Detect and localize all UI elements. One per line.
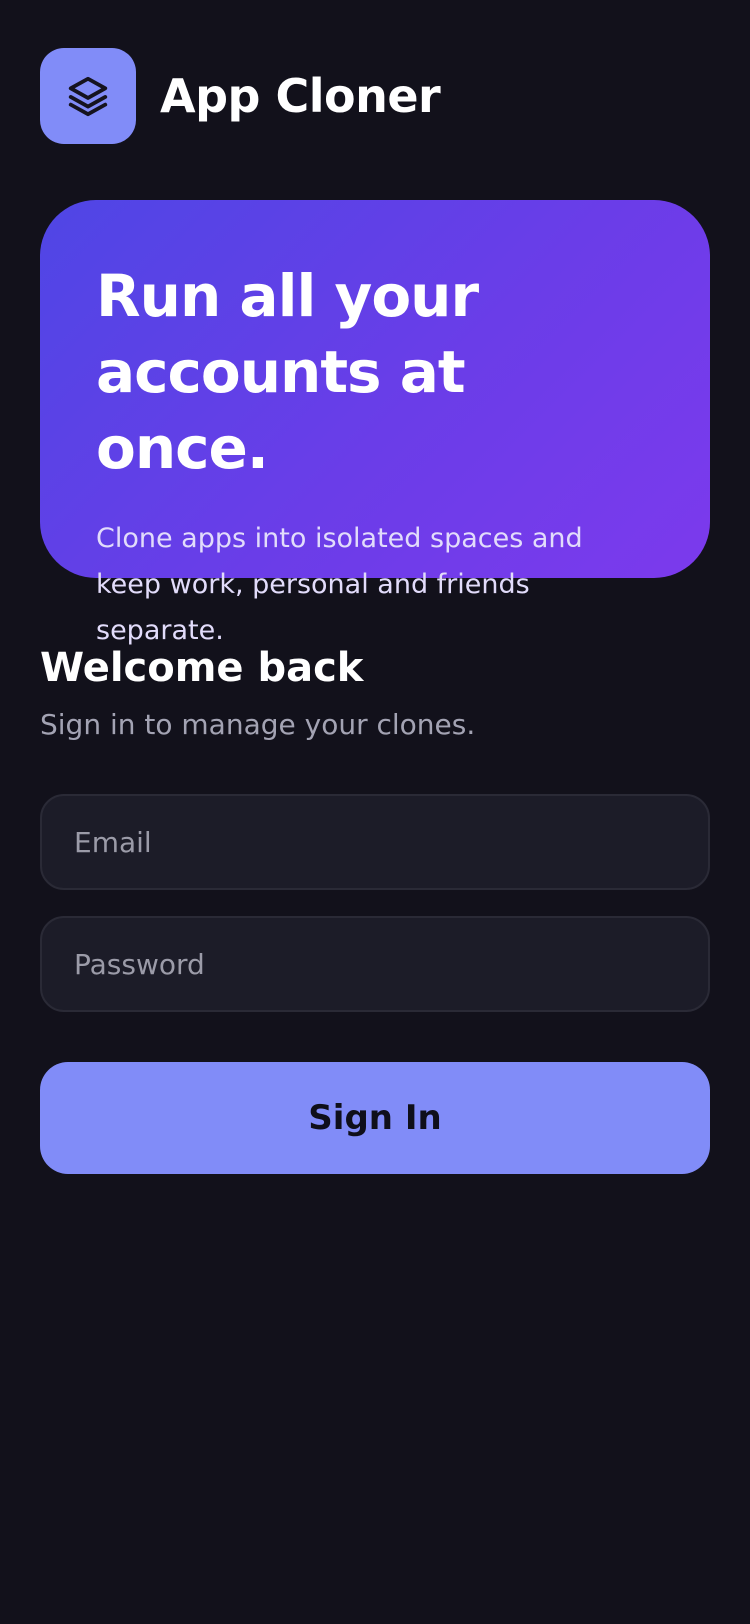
hero-subtitle: Clone apps into isolated spaces and keep… bbox=[96, 523, 583, 646]
password-field[interactable] bbox=[40, 916, 710, 1012]
hero-title: Run all your accounts at once. bbox=[96, 262, 479, 482]
email-field[interactable] bbox=[40, 794, 710, 890]
app-header: App Cloner bbox=[40, 48, 441, 144]
welcome-heading: Welcome back bbox=[40, 645, 364, 691]
welcome-subheading: Sign in to manage your clones. bbox=[40, 708, 476, 741]
app-logo bbox=[40, 48, 136, 144]
sign-in-button[interactable]: Sign In bbox=[40, 1062, 710, 1174]
hero-card: Run all your accounts at once. Clone app… bbox=[40, 200, 710, 646]
layers-icon bbox=[68, 76, 108, 117]
app-title: App Cloner bbox=[160, 69, 441, 123]
